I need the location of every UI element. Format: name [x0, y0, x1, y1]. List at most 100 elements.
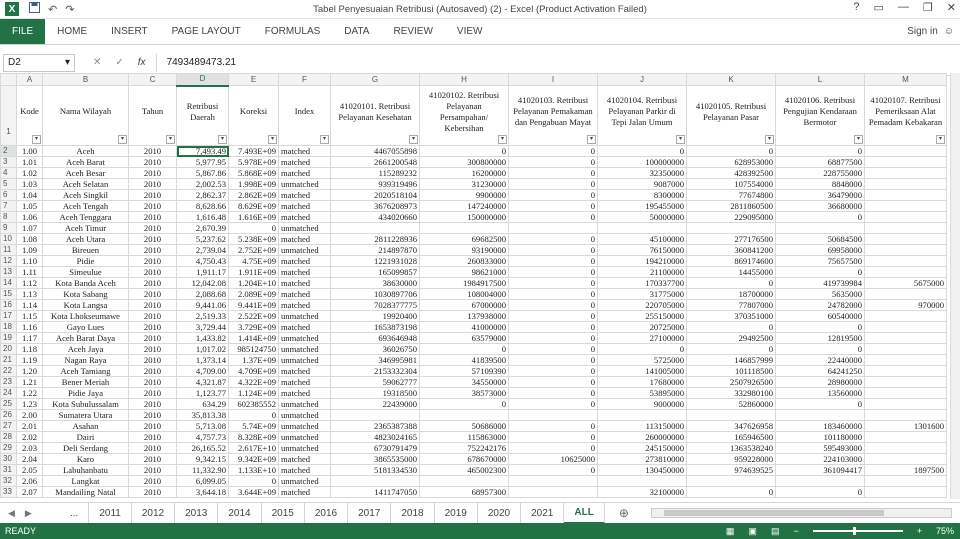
row-header[interactable]: 26: [0, 409, 17, 421]
cell-H14[interactable]: 1984917500: [419, 277, 509, 289]
cell-F20[interactable]: unmatched: [278, 343, 331, 355]
cell-L32[interactable]: [775, 475, 865, 487]
cell-I13[interactable]: 0: [508, 266, 598, 278]
cell-G7[interactable]: 3676208973: [330, 200, 420, 212]
cell-B25[interactable]: Kota Subulussalam: [42, 398, 129, 410]
cell-A13[interactable]: 1.11: [16, 266, 43, 278]
cell-A23[interactable]: 1.21: [16, 376, 43, 388]
filter-dropdown-icon[interactable]: ▾: [166, 135, 175, 144]
cell-I26[interactable]: [508, 409, 598, 421]
cell-E26[interactable]: 0: [228, 409, 279, 421]
cell-C8[interactable]: 2010: [128, 211, 177, 223]
cell-I32[interactable]: [508, 475, 598, 487]
cell-F21[interactable]: unmatched: [278, 354, 331, 366]
column-header-C[interactable]: C: [128, 73, 177, 86]
cell-K9[interactable]: [686, 222, 776, 234]
cell-I3[interactable]: 0: [508, 156, 598, 168]
cell-G21[interactable]: 346995981: [330, 354, 420, 366]
row-header[interactable]: 10: [0, 233, 17, 245]
cell-J3[interactable]: 100000000: [597, 156, 687, 168]
cell-L14[interactable]: 419739984: [775, 277, 865, 289]
cell-G29[interactable]: 6730791479: [330, 442, 420, 454]
cell-B3[interactable]: Aceh Barat: [42, 156, 129, 168]
cell-A31[interactable]: 2.05: [16, 464, 43, 476]
cell-I4[interactable]: 0: [508, 167, 598, 179]
cell-H31[interactable]: 465002300: [419, 464, 509, 476]
cell-E29[interactable]: 2.617E+10: [228, 442, 279, 454]
help-icon[interactable]: ?: [853, 1, 859, 14]
cell-C21[interactable]: 2010: [128, 354, 177, 366]
cell-E2[interactable]: 7.493E+09: [228, 145, 279, 157]
row-header[interactable]: 33: [0, 486, 17, 498]
cell-A26[interactable]: 2.00: [16, 409, 43, 421]
cell-M21[interactable]: [864, 354, 947, 366]
cell-D12[interactable]: 4,750.43: [176, 255, 229, 267]
row-header[interactable]: 32: [0, 475, 17, 487]
cell-L16[interactable]: 24782000: [775, 299, 865, 311]
cell-M12[interactable]: [864, 255, 947, 267]
cell-C9[interactable]: 2010: [128, 222, 177, 234]
cell-I18[interactable]: 0: [508, 321, 598, 333]
column-header-K[interactable]: K: [686, 73, 776, 86]
cell-I22[interactable]: 0: [508, 365, 598, 377]
cell-J7[interactable]: 195455000: [597, 200, 687, 212]
row-header[interactable]: 9: [0, 222, 17, 234]
filter-dropdown-icon[interactable]: ▾: [765, 135, 774, 144]
cell-E33[interactable]: 3.644E+09: [228, 486, 279, 498]
cell-E7[interactable]: 8.629E+09: [228, 200, 279, 212]
cell-C28[interactable]: 2010: [128, 431, 177, 443]
cell-G8[interactable]: 434020660: [330, 211, 420, 223]
cell-G10[interactable]: 2811228936: [330, 233, 420, 245]
row-header[interactable]: 20: [0, 343, 17, 355]
cell-F11[interactable]: unmatched: [278, 244, 331, 256]
cell-E30[interactable]: 9.342E+09: [228, 453, 279, 465]
cell-L15[interactable]: 5635000: [775, 288, 865, 300]
cell-M22[interactable]: [864, 365, 947, 377]
cell-H19[interactable]: 63579000: [419, 332, 509, 344]
sheet-tab-2014[interactable]: 2014: [218, 502, 262, 524]
cell-E13[interactable]: 1.911E+09: [228, 266, 279, 278]
cell-M13[interactable]: [864, 266, 947, 278]
cell-B4[interactable]: Aceh Besar: [42, 167, 129, 179]
cell-C24[interactable]: 2010: [128, 387, 177, 399]
cell-J19[interactable]: 27100000: [597, 332, 687, 344]
cell-F29[interactable]: unmatched: [278, 442, 331, 454]
cell-C13[interactable]: 2010: [128, 266, 177, 278]
cell-M2[interactable]: [864, 145, 947, 157]
row-header[interactable]: 1: [0, 85, 17, 146]
cell-C6[interactable]: 2010: [128, 189, 177, 201]
cell-L10[interactable]: 50684500: [775, 233, 865, 245]
cell-K7[interactable]: 2811860500: [686, 200, 776, 212]
cell-K13[interactable]: 14455000: [686, 266, 776, 278]
cell-A2[interactable]: 1.00: [16, 145, 43, 157]
cell-A7[interactable]: 1.05: [16, 200, 43, 212]
row-header[interactable]: 6: [0, 189, 17, 201]
cell-E17[interactable]: 2.522E+09: [228, 310, 279, 322]
cell-B14[interactable]: Kota Banda Aceh: [42, 277, 129, 289]
cell-H17[interactable]: 137938000: [419, 310, 509, 322]
page-break-view-icon[interactable]: ▤: [771, 526, 780, 537]
cell-G18[interactable]: 1653873198: [330, 321, 420, 333]
cell-M10[interactable]: [864, 233, 947, 245]
cell-K26[interactable]: [686, 409, 776, 421]
cell-I30[interactable]: 10625000: [508, 453, 598, 465]
cell-M28[interactable]: [864, 431, 947, 443]
cell-M23[interactable]: [864, 376, 947, 388]
sheet-tab-2016[interactable]: 2016: [305, 502, 349, 524]
cell-G23[interactable]: 59062777: [330, 376, 420, 388]
row-header[interactable]: 7: [0, 200, 17, 212]
cell-K14[interactable]: 0: [686, 277, 776, 289]
cell-K10[interactable]: 277176500: [686, 233, 776, 245]
cell-J14[interactable]: 170337700: [597, 277, 687, 289]
cell-A24[interactable]: 1.22: [16, 387, 43, 399]
chevron-down-icon[interactable]: ▾: [65, 57, 70, 69]
cell-F7[interactable]: matched: [278, 200, 331, 212]
undo-icon[interactable]: ↶: [48, 3, 57, 16]
cell-I25[interactable]: 0: [508, 398, 598, 410]
cell-K33[interactable]: 0: [686, 486, 776, 498]
cell-B29[interactable]: Deli Serdang: [42, 442, 129, 454]
cell-F10[interactable]: matched: [278, 233, 331, 245]
cell-K22[interactable]: 101118500: [686, 365, 776, 377]
cell-L11[interactable]: 69958000: [775, 244, 865, 256]
ribbon-tab-formulas[interactable]: FORMULAS: [253, 19, 333, 44]
